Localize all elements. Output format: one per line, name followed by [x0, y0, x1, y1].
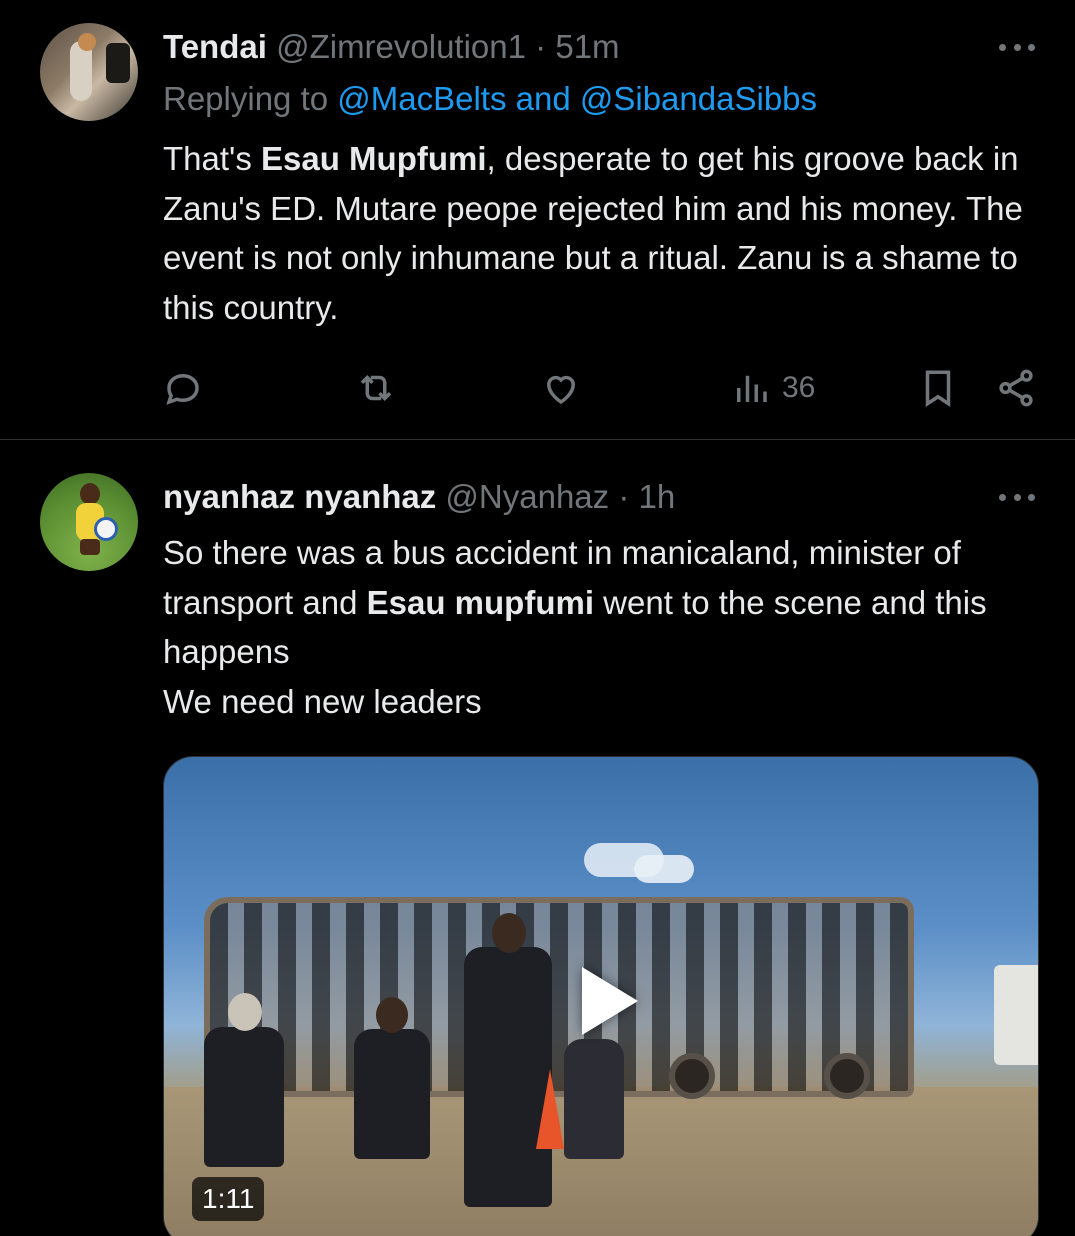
- reply-button[interactable]: [162, 362, 204, 414]
- separator-dot: ·: [618, 478, 630, 515]
- avatar-photo-cat-head: [78, 33, 96, 51]
- user-handle[interactable]: @Nyanhaz: [445, 478, 609, 515]
- tweet-text-bold: Esau mupfumi: [366, 583, 594, 621]
- avatar-photo-legs: [80, 539, 100, 555]
- tweet-text-line: We need new leaders: [163, 682, 482, 720]
- views-chart-icon: [737, 375, 767, 402]
- tweet-header: nyanhaz nyanhaz @Nyanhaz · 1h: [163, 475, 675, 519]
- tweet-text: So there was a bus accident in manicalan…: [163, 528, 1043, 726]
- more-options-icon[interactable]: [999, 37, 1035, 57]
- tweet-nyanhaz[interactable]: nyanhaz nyanhaz @Nyanhaz · 1h So there w…: [0, 440, 1075, 1236]
- display-name[interactable]: Tendai: [163, 28, 267, 65]
- heart-icon: [546, 375, 576, 405]
- repost-icon: [360, 375, 392, 401]
- video-frame-person-head: [492, 913, 526, 953]
- video-duration-badge: 1:11: [192, 1177, 265, 1221]
- video-frame-cloud: [634, 855, 694, 883]
- share-button[interactable]: [995, 362, 1037, 414]
- video-frame-person-head: [376, 997, 408, 1033]
- avatar[interactable]: [40, 473, 138, 571]
- avatar-photo-shadow: [106, 43, 130, 83]
- video-frame-burnt-bus: [204, 897, 914, 1097]
- share-icon: [999, 369, 1033, 407]
- video-frame-person: [564, 1039, 624, 1159]
- video-frame-wheel: [824, 1053, 870, 1099]
- replying-prefix: Replying to: [163, 80, 338, 117]
- video-frame-person: [354, 1029, 430, 1159]
- display-name[interactable]: nyanhaz nyanhaz: [163, 478, 436, 515]
- views-button[interactable]: 36: [730, 362, 815, 414]
- tweet-header: Tendai @Zimrevolution1 · 51m: [163, 25, 620, 69]
- play-icon[interactable]: [582, 967, 638, 1035]
- tweet-text-bold: Esau Mupfumi: [261, 140, 487, 177]
- video-frame-wheel: [669, 1053, 715, 1099]
- video-frame-person-head: [228, 993, 262, 1031]
- timestamp[interactable]: 1h: [639, 478, 676, 515]
- tweet-tendai[interactable]: Tendai @Zimrevolution1 · 51m Replying to…: [0, 0, 1075, 440]
- views-count: 36: [782, 371, 816, 404]
- bookmark-button[interactable]: [917, 362, 959, 414]
- mention-links[interactable]: @MacBelts and @SibandaSibbs: [337, 80, 817, 117]
- timestamp[interactable]: 51m: [555, 28, 619, 65]
- video-player[interactable]: 1:11: [163, 756, 1039, 1236]
- like-button[interactable]: [540, 362, 582, 414]
- user-handle[interactable]: @Zimrevolution1: [276, 28, 526, 65]
- more-options-icon[interactable]: [999, 487, 1035, 507]
- bookmark-icon: [925, 370, 951, 408]
- replying-to: Replying to @MacBelts and @SibandaSibbs: [163, 80, 817, 118]
- repost-button[interactable]: [355, 362, 397, 414]
- video-frame-person: [204, 1027, 284, 1167]
- separator-dot: ·: [535, 28, 547, 65]
- avatar-photo-ball: [94, 517, 118, 541]
- reply-icon: [166, 373, 199, 405]
- avatar[interactable]: [40, 23, 138, 121]
- video-frame-truck: [994, 965, 1038, 1065]
- tweet-text: That's Esau Mupfumi, desperate to get hi…: [163, 134, 1043, 332]
- avatar-photo-head: [80, 483, 100, 505]
- tweet-actions: 36: [0, 362, 1075, 414]
- video-frame-cone: [536, 1069, 564, 1149]
- tweet-text-part: That's: [163, 140, 262, 177]
